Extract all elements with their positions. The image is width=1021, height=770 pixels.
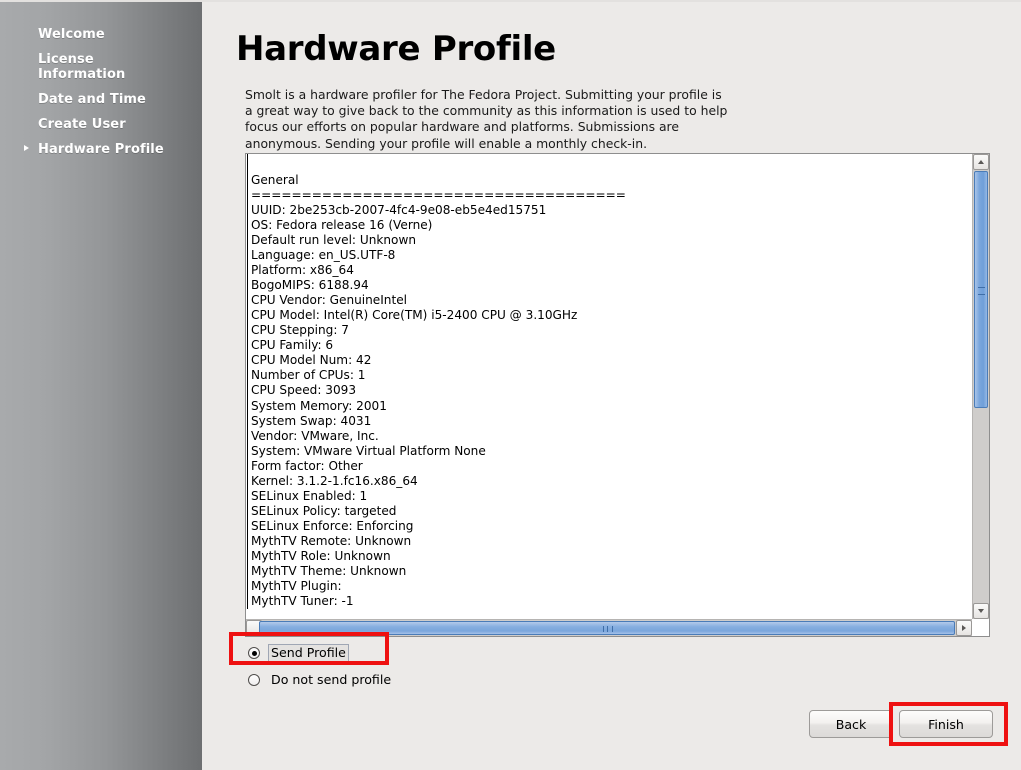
grip-icon: [603, 626, 613, 632]
sidebar-item-welcome[interactable]: Welcome: [0, 24, 202, 45]
send-profile-radio[interactable]: Send Profile: [248, 643, 349, 663]
radio-indicator-unselected[interactable]: [248, 674, 260, 686]
sidebar-item-date-and-time[interactable]: Date and Time: [0, 89, 202, 110]
sidebar-item-hardware-profile[interactable]: Hardware Profile: [0, 139, 202, 160]
intro-description: Smolt is a hardware profiler for The Fed…: [245, 87, 728, 151]
grip-icon: [978, 286, 985, 295]
scroll-down-button[interactable]: [973, 603, 989, 619]
vertical-scrollbar[interactable]: [972, 154, 989, 619]
page-title: Hardware Profile: [236, 29, 556, 69]
scroll-right-button[interactable]: [956, 620, 972, 636]
vertical-scrollbar-thumb[interactable]: [974, 171, 988, 408]
radio-indicator-selected[interactable]: [248, 647, 260, 659]
finish-button[interactable]: Finish: [899, 710, 993, 738]
hardware-profile-text: General ================================…: [247, 154, 972, 609]
sidebar-item-label: Hardware Profile: [38, 142, 164, 157]
hardware-profile-textview[interactable]: General ================================…: [245, 153, 990, 637]
do-not-send-profile-label: Do not send profile: [271, 672, 392, 687]
chevron-up-icon: [978, 160, 984, 164]
sidebar: Welcome License Information Date and Tim…: [0, 2, 202, 770]
horizontal-scrollbar-thumb[interactable]: [259, 621, 955, 635]
send-profile-label: Send Profile: [268, 644, 349, 662]
sidebar-item-label: Create User: [38, 117, 126, 132]
sidebar-item-label: License Information: [38, 52, 126, 82]
horizontal-scrollbar[interactable]: [246, 619, 972, 636]
sidebar-item-label: Date and Time: [38, 92, 146, 107]
bullet-icon: [24, 145, 29, 151]
chevron-down-icon: [978, 609, 984, 613]
do-not-send-profile-radio[interactable]: Do not send profile: [248, 670, 394, 690]
chevron-right-icon: [962, 625, 966, 631]
sidebar-item-label: Welcome: [38, 27, 105, 42]
firstboot-window: Welcome License Information Date and Tim…: [0, 0, 1021, 770]
sidebar-item-license-information[interactable]: License Information: [0, 49, 202, 85]
sidebar-item-create-user[interactable]: Create User: [0, 114, 202, 135]
back-button[interactable]: Back: [809, 710, 893, 738]
textview-viewport: General ================================…: [246, 154, 972, 619]
main-content: Hardware Profile Smolt is a hardware pro…: [202, 2, 1021, 770]
scroll-up-button[interactable]: [973, 154, 989, 170]
